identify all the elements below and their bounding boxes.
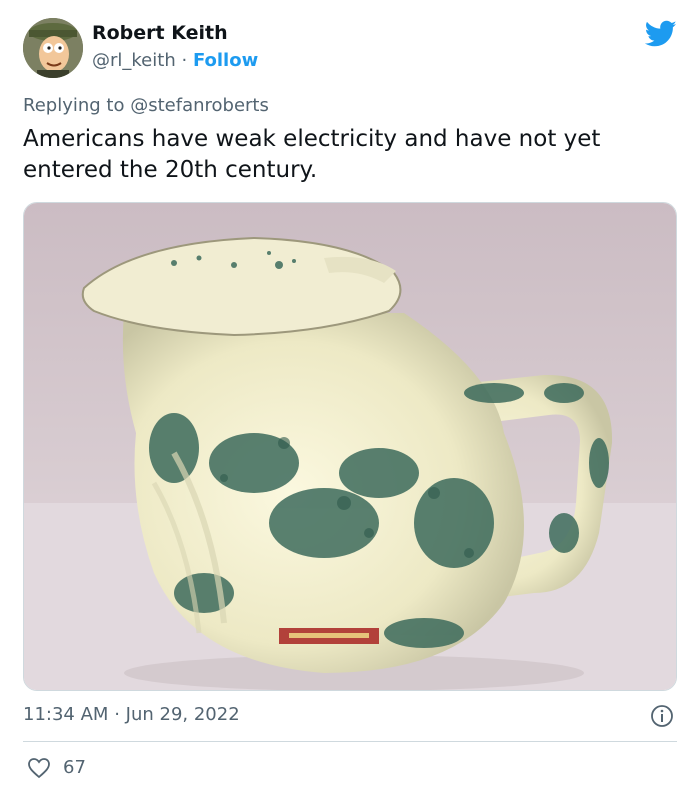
reply-context: Replying to @stefanroberts	[23, 95, 269, 116]
author-meta: @rl_keith · Follow	[92, 50, 258, 71]
follow-button[interactable]: Follow	[193, 50, 258, 71]
author-name[interactable]: Robert Keith	[92, 22, 228, 44]
twitter-bird-icon[interactable]	[645, 20, 677, 48]
teapot-photo	[24, 203, 676, 690]
heart-icon[interactable]	[27, 757, 51, 779]
tweet-text: Americans have weak electricity and have…	[23, 126, 601, 183]
reply-prefix: Replying to	[23, 95, 125, 116]
tweet-time[interactable]: 11:34 AM	[23, 704, 108, 725]
avatar[interactable]	[23, 18, 83, 78]
handle-separator: ·	[181, 50, 188, 71]
avatar-image	[23, 18, 83, 78]
tweet-timestamp[interactable]: 11:34 AM · Jun 29, 2022	[23, 704, 240, 725]
timestamp-separator: ·	[114, 704, 120, 725]
like-count[interactable]: 67	[63, 757, 86, 778]
tweet-date[interactable]: Jun 29, 2022	[126, 704, 240, 725]
tweet-card: Robert Keith @rl_keith · Follow Replying…	[0, 0, 700, 795]
info-icon[interactable]	[650, 704, 674, 728]
divider	[23, 741, 677, 742]
author-handle[interactable]: @rl_keith	[92, 50, 176, 71]
reply-handle[interactable]: @stefanroberts	[130, 95, 269, 116]
tweet-media[interactable]	[23, 202, 677, 691]
